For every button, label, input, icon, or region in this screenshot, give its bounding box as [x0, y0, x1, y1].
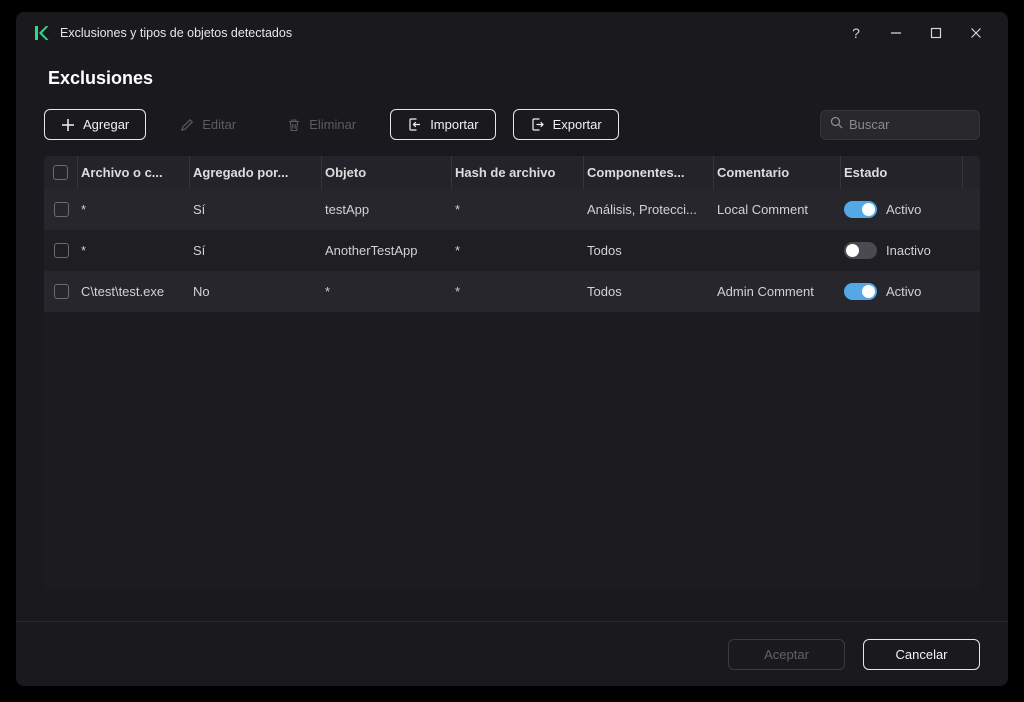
search-input[interactable]: [849, 117, 970, 132]
cell-comment: [714, 230, 841, 271]
trash-icon: [287, 118, 301, 132]
cell-added-by: Sí: [193, 202, 206, 217]
state-label: Inactivo: [886, 243, 931, 258]
state-toggle[interactable]: [844, 283, 877, 300]
cell-hash: *: [455, 243, 461, 258]
cell-components: Todos: [587, 243, 622, 258]
column-header-comment[interactable]: Comentario: [714, 156, 841, 189]
table-header-row: Archivo o c... Agregado por... Objeto Ha…: [44, 156, 980, 189]
state-label: Activo: [886, 202, 922, 217]
export-icon: [530, 117, 545, 132]
row-checkbox[interactable]: [53, 202, 69, 217]
column-header-hash[interactable]: Hash de archivo: [452, 156, 584, 189]
add-button[interactable]: Agregar: [44, 109, 147, 140]
export-button[interactable]: Exportar: [512, 109, 619, 140]
row-checkbox[interactable]: [53, 284, 69, 299]
state-toggle[interactable]: [844, 201, 877, 218]
minimize-button[interactable]: [876, 18, 916, 48]
cell-object: *: [325, 284, 331, 299]
table-row[interactable]: * Sí testApp * Análisis, Protecci... Loc…: [44, 189, 980, 230]
exclusions-table: Archivo o c... Agregado por... Objeto Ha…: [44, 156, 980, 589]
cell-object: testApp: [325, 202, 370, 217]
row-checkbox[interactable]: [53, 243, 69, 258]
content-area: Exclusiones Agregar Editar Eliminar Impo…: [16, 54, 1008, 621]
select-all-checkbox[interactable]: [53, 165, 68, 180]
state-toggle[interactable]: [844, 242, 877, 259]
search-box[interactable]: [820, 109, 980, 140]
page-title: Exclusiones: [48, 68, 154, 88]
edit-button-label: Editar: [202, 117, 237, 132]
table-row[interactable]: C\test\test.exe No * * Todos Admin Comme…: [44, 271, 980, 312]
cell-state: Inactivo: [841, 230, 963, 271]
exclusions-window: Exclusiones y tipos de objetos detectado…: [16, 12, 1008, 686]
import-button[interactable]: Importar: [390, 109, 496, 140]
table-row[interactable]: * Sí AnotherTestApp * Todos Inactivo: [44, 230, 980, 271]
close-button[interactable]: [956, 18, 996, 48]
import-icon: [407, 117, 422, 132]
column-header-object[interactable]: Objeto: [322, 156, 452, 189]
cell-added-by: Sí: [193, 243, 206, 258]
cell-hash: *: [455, 284, 461, 299]
state-label: Activo: [886, 284, 922, 299]
cell-components: Todos: [587, 284, 622, 299]
export-button-label: Exportar: [552, 117, 602, 132]
cell-components: Análisis, Protecci...: [587, 202, 697, 217]
cell-file: *: [81, 243, 87, 258]
pencil-icon: [180, 118, 194, 132]
cell-file: C\test\test.exe: [81, 284, 165, 299]
titlebar: Exclusiones y tipos de objetos detectado…: [16, 12, 1008, 54]
cancel-button[interactable]: Cancelar: [863, 638, 980, 670]
cell-comment: Admin Comment: [717, 284, 814, 299]
edit-button[interactable]: Editar: [163, 109, 253, 140]
kaspersky-logo-icon: [32, 24, 50, 42]
add-button-label: Agregar: [83, 117, 130, 132]
column-header-added-by[interactable]: Agregado por...: [190, 156, 322, 189]
cell-comment: Local Comment: [717, 202, 809, 217]
toolbar: Agregar Editar Eliminar Importar Exporta…: [44, 109, 980, 140]
cell-hash: *: [455, 202, 461, 217]
maximize-button[interactable]: [916, 18, 956, 48]
cell-state: Activo: [841, 271, 963, 312]
column-header-file[interactable]: Archivo o c...: [78, 156, 190, 189]
import-button-label: Importar: [430, 117, 479, 132]
table-empty-area: [44, 312, 980, 589]
footer: Aceptar Cancelar: [16, 621, 1008, 686]
column-header-components[interactable]: Componentes...: [584, 156, 714, 189]
plus-icon: [61, 118, 75, 132]
cell-file: *: [81, 202, 87, 217]
help-button[interactable]: ?: [836, 18, 876, 48]
cell-state: Activo: [841, 189, 963, 230]
delete-button-label: Eliminar: [309, 117, 357, 132]
cell-object: AnotherTestApp: [325, 243, 418, 258]
accept-button[interactable]: Aceptar: [728, 638, 845, 670]
cell-added-by: No: [193, 284, 210, 299]
window-title: Exclusiones y tipos de objetos detectado…: [60, 26, 293, 40]
delete-button[interactable]: Eliminar: [270, 109, 373, 140]
column-header-state[interactable]: Estado: [841, 156, 963, 189]
search-icon: [830, 116, 843, 134]
